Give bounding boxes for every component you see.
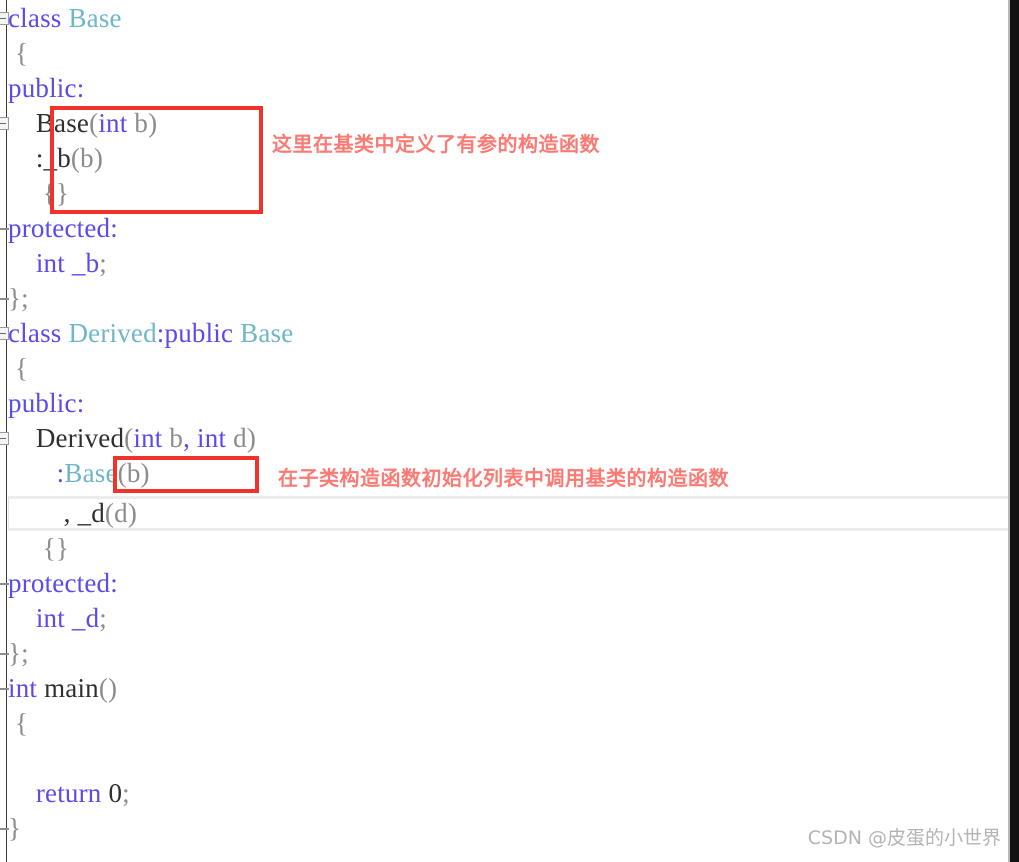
code-token: class <box>8 318 69 348</box>
code-line[interactable]: {} <box>8 531 69 566</box>
code-token: int <box>35 248 65 278</box>
code-token: ; <box>122 778 130 808</box>
base-constructor-note: 这里在基类中定义了有参的构造函数 <box>272 132 600 156</box>
fold-collapse-icon[interactable] <box>0 117 9 130</box>
code-token: int <box>133 423 163 453</box>
code-line[interactable]: }; <box>8 636 29 671</box>
code-token: }; <box>8 283 29 313</box>
fold-end-marker-icon[interactable] <box>0 688 9 690</box>
code-token: { <box>8 353 29 383</box>
code-screenshot: class Base {public: Base(int b) :_b(b) {… <box>0 0 1019 862</box>
code-line[interactable]: }; <box>8 281 29 316</box>
code-line[interactable]: return 0; <box>8 776 130 811</box>
code-token: ( <box>124 423 134 453</box>
right-edge-dark-strip <box>1010 0 1019 862</box>
code-token: {} <box>42 533 70 563</box>
code-token: () <box>98 673 118 703</box>
fold-end-marker-icon[interactable] <box>0 298 9 300</box>
fold-collapse-icon[interactable] <box>0 327 9 340</box>
code-token: return <box>35 778 102 808</box>
fold-collapse-icon[interactable] <box>0 12 9 25</box>
code-token: }; <box>8 638 29 668</box>
code-token: ) <box>246 423 257 453</box>
code-token: Derived <box>68 318 157 348</box>
code-token: 0 <box>108 778 123 808</box>
code-line[interactable]: int _d; <box>8 601 107 636</box>
code-token: protected <box>8 568 111 598</box>
code-line[interactable]: { <box>8 36 28 71</box>
code-token: public <box>164 318 234 348</box>
code-line[interactable]: { <box>8 351 28 386</box>
code-line[interactable]: int main() <box>8 671 117 706</box>
code-line[interactable]: { <box>8 706 28 741</box>
code-token: : <box>110 568 118 598</box>
code-token: Base <box>64 458 118 488</box>
fold-collapse-icon[interactable] <box>0 432 9 445</box>
fold-end-marker-icon[interactable] <box>0 653 9 655</box>
code-line[interactable]: , _d(d) <box>8 496 137 531</box>
code-token: { <box>8 708 29 738</box>
code-token: ; <box>99 248 107 278</box>
code-token: } <box>8 813 22 843</box>
code-token: Base <box>240 318 294 348</box>
code-token: b <box>162 423 184 453</box>
code-token: , _d <box>63 498 105 528</box>
code-token: : <box>156 318 165 348</box>
code-line[interactable]: int _b; <box>8 246 107 281</box>
code-token: d <box>226 423 247 453</box>
code-line[interactable]: protected: <box>8 211 118 246</box>
code-line[interactable]: protected: <box>8 566 118 601</box>
fold-end-marker-icon[interactable] <box>0 583 9 585</box>
derived-init-list-box <box>113 456 259 493</box>
code-token: protected <box>8 213 111 243</box>
fold-end-marker-icon[interactable] <box>0 828 9 830</box>
code-line[interactable] <box>8 741 15 776</box>
code-line[interactable]: class Base <box>8 1 122 36</box>
code-token: int <box>8 673 38 703</box>
code-token: ; <box>99 603 107 633</box>
code-line[interactable]: public: <box>8 386 84 421</box>
code-token: public <box>8 388 77 418</box>
code-line[interactable]: Derived(int b, int d) <box>8 421 256 456</box>
code-line[interactable]: class Derived:public Base <box>8 316 293 351</box>
code-token: : <box>76 73 85 103</box>
code-token: class <box>8 3 69 33</box>
code-token: (d) <box>104 498 138 528</box>
csdn-watermark: CSDN @皮蛋的小世界 <box>807 827 1001 849</box>
code-line[interactable]: public: <box>8 71 84 106</box>
code-token: { <box>8 38 29 68</box>
fold-end-marker-icon[interactable] <box>0 228 9 230</box>
derived-init-list-note: 在子类构造函数初始化列表中调用基类的构造函数 <box>278 466 729 490</box>
code-token: int <box>35 603 65 633</box>
code-token: : <box>110 213 118 243</box>
code-token: main <box>44 673 99 703</box>
code-line[interactable]: } <box>8 811 21 846</box>
base-constructor-box <box>50 106 263 214</box>
code-token: _d <box>71 603 100 633</box>
code-token: public <box>8 73 77 103</box>
code-token: Derived <box>35 423 125 453</box>
code-token: Base <box>68 3 122 33</box>
code-token: _b <box>71 248 100 278</box>
code-token: : <box>76 388 85 418</box>
code-token: int <box>197 423 227 453</box>
